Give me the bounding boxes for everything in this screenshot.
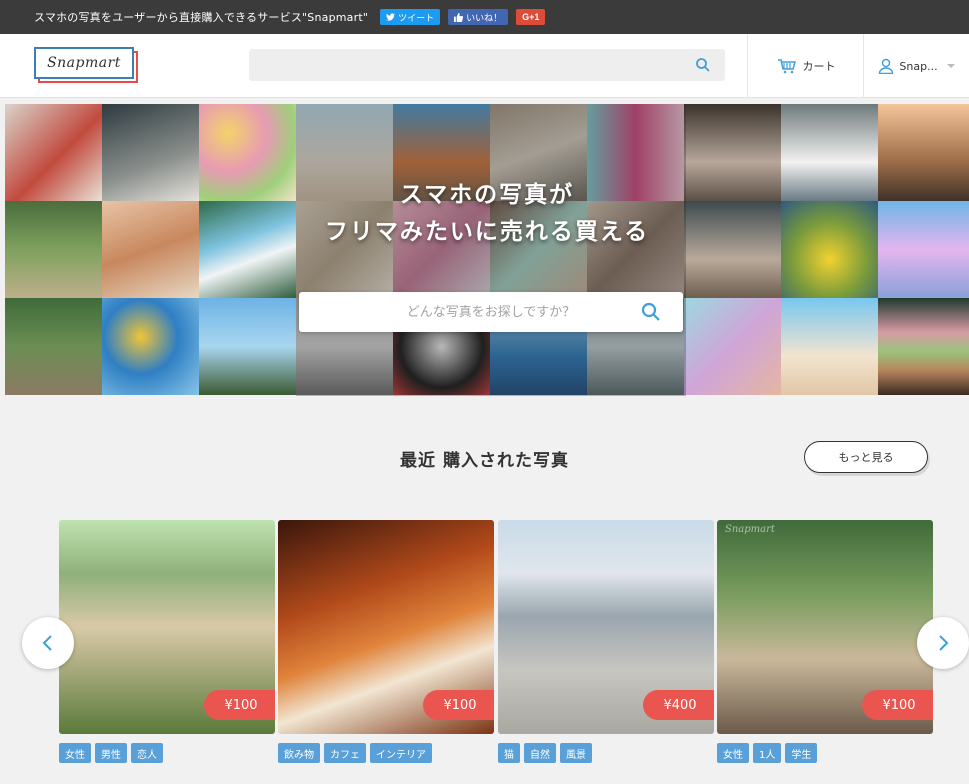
tag-chip[interactable]: 男性 bbox=[95, 743, 127, 763]
hero-dim-overlay bbox=[296, 104, 686, 396]
hero-photo-tile bbox=[878, 298, 969, 395]
cart-button[interactable]: カート bbox=[748, 34, 864, 98]
like-button[interactable]: いいね！ bbox=[448, 9, 509, 25]
user-icon bbox=[879, 58, 894, 74]
like-label: いいね！ bbox=[466, 12, 503, 23]
tag-chip[interactable]: 学生 bbox=[785, 743, 818, 763]
tag-chip[interactable]: 1人 bbox=[753, 743, 782, 763]
user-menu[interactable]: Snap... bbox=[864, 34, 969, 98]
carousel-prev-button[interactable] bbox=[22, 617, 74, 669]
chevron-down-icon bbox=[946, 64, 955, 68]
photo-card[interactable]: Snapmart ¥100 bbox=[717, 520, 933, 734]
tag-chip[interactable]: 女性 bbox=[717, 743, 749, 763]
tag-chip[interactable]: 女性 bbox=[59, 743, 91, 763]
logo-blue-frame: Snapmart bbox=[34, 47, 134, 79]
price-badge: ¥100 bbox=[862, 690, 933, 720]
header-search-input[interactable] bbox=[249, 49, 725, 81]
tag-chip[interactable]: 恋人 bbox=[131, 743, 163, 763]
cart-icon bbox=[777, 59, 796, 74]
hero-search-box[interactable] bbox=[299, 292, 683, 332]
logo-text: Snapmart bbox=[47, 55, 121, 71]
carousel-next-button[interactable] bbox=[917, 617, 969, 669]
hero-search-input[interactable] bbox=[381, 304, 601, 320]
hero-photo-tile bbox=[781, 298, 878, 395]
tag-chip[interactable]: 飲み物 bbox=[278, 743, 320, 763]
tweet-label: ツイート bbox=[398, 12, 435, 23]
site-header: Snapmart カート Snap... bbox=[0, 34, 969, 98]
hero-banner: スマホの写真が フリマみたいに売れる買える bbox=[5, 104, 969, 396]
hero-headline-line-2: フリマみたいに売れる買える bbox=[324, 219, 650, 245]
photo-card[interactable]: ¥400 bbox=[498, 520, 714, 734]
announcement-text: スマホの写真をユーザーから直接購入できるサービス"Snapmart" bbox=[34, 11, 369, 24]
search-icon[interactable] bbox=[695, 57, 711, 73]
hero-headline-line-1: スマホの写真が bbox=[399, 182, 575, 208]
price-badge: ¥100 bbox=[423, 690, 494, 720]
cart-label: カート bbox=[802, 60, 836, 73]
see-more-button[interactable]: もっと見る bbox=[804, 441, 928, 473]
tag-chip[interactable]: インテリア bbox=[370, 743, 432, 763]
price-badge: ¥100 bbox=[204, 690, 275, 720]
hero-photo-tile bbox=[684, 298, 781, 395]
gplus-button[interactable]: G+1 bbox=[516, 9, 546, 25]
twitter-bird-icon bbox=[386, 13, 396, 21]
photo-card[interactable]: ¥100 bbox=[278, 520, 494, 734]
photo-card[interactable]: ¥100 bbox=[59, 520, 275, 734]
price-badge: ¥400 bbox=[643, 690, 714, 720]
hero-photo-tile bbox=[102, 298, 199, 395]
watermark: Snapmart bbox=[725, 524, 775, 535]
hero-photo-tile bbox=[199, 298, 296, 395]
snapmart-logo[interactable]: Snapmart bbox=[34, 47, 138, 83]
card-tags: 女性 男性 恋人 bbox=[59, 743, 163, 763]
tweet-button[interactable]: ツイート bbox=[380, 9, 441, 25]
chevron-right-icon bbox=[939, 635, 949, 651]
tag-chip[interactable]: 自然 bbox=[524, 743, 556, 763]
card-tags: 飲み物 カフェ インテリア bbox=[278, 743, 432, 763]
user-name: Snap... bbox=[899, 59, 938, 73]
tag-chip[interactable]: カフェ bbox=[324, 743, 366, 763]
tag-chip[interactable]: 風景 bbox=[560, 743, 592, 763]
top-announcement-bar: スマホの写真をユーザーから直接購入できるサービス"Snapmart" ツイート … bbox=[0, 0, 969, 34]
hero-photo-tile bbox=[5, 298, 102, 395]
thumbs-up-icon bbox=[454, 12, 464, 22]
card-tags: 女性 1人 学生 bbox=[717, 743, 818, 763]
card-tags: 猫 自然 風景 bbox=[498, 743, 592, 763]
tag-chip[interactable]: 猫 bbox=[498, 743, 520, 763]
search-icon[interactable] bbox=[641, 302, 661, 322]
chevron-left-icon bbox=[42, 635, 52, 651]
